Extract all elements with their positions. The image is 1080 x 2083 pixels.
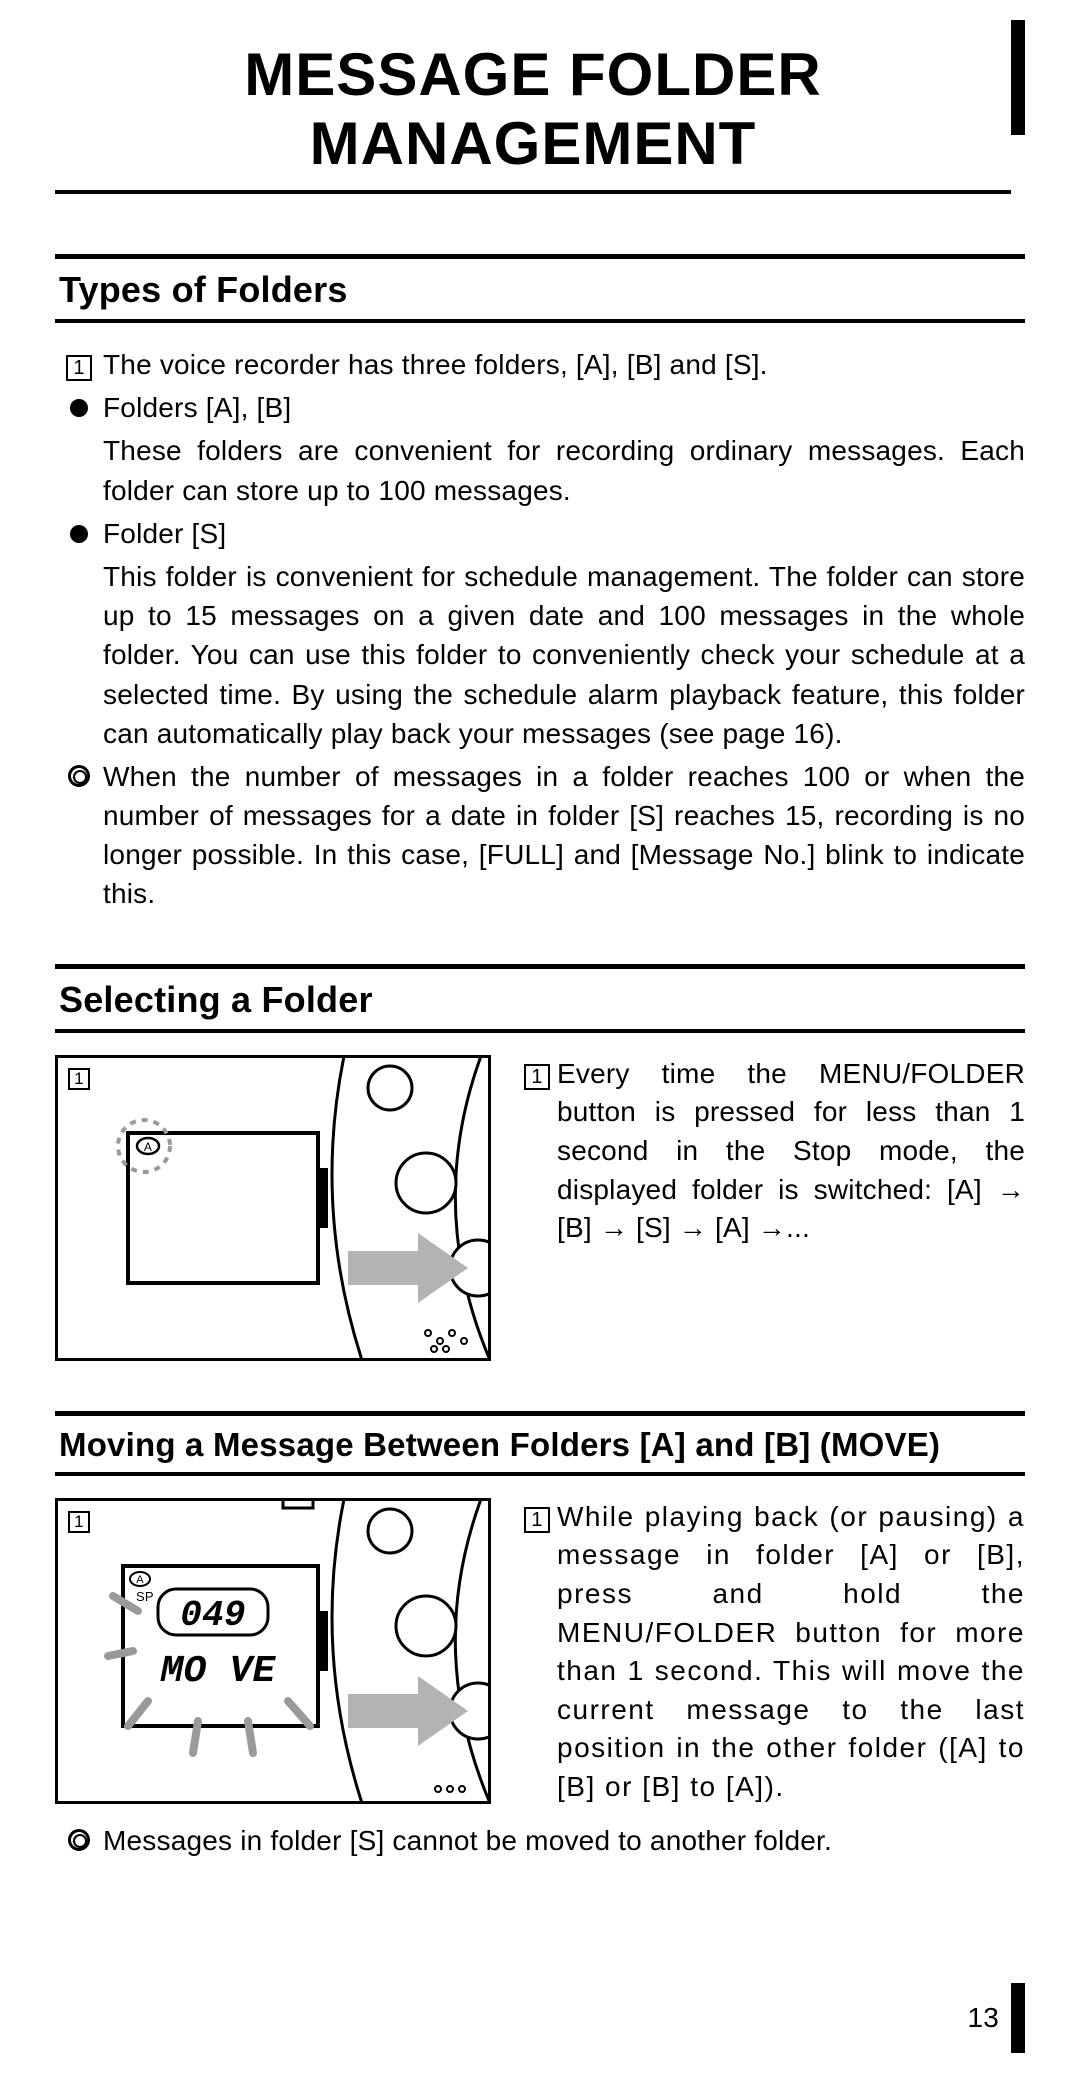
section-moving-message: Moving a Message Between Folders [A] and… — [55, 1411, 1025, 1861]
bullet-title: Folder [S] — [103, 514, 1025, 553]
page-title: MESSAGE FOLDER MANAGEMENT — [55, 40, 1011, 194]
svg-text:049: 049 — [180, 1595, 245, 1636]
section-columns: 1 A — [55, 1055, 1025, 1361]
step-number-box: 1 — [524, 1507, 550, 1533]
device-diagram-icon: A SP 049 MO VE — [58, 1501, 488, 1801]
section-columns: 1 A — [55, 1498, 1025, 1811]
manual-page: MESSAGE FOLDER MANAGEMENT Types of Folde… — [0, 0, 1080, 2083]
title-block: MESSAGE FOLDER MANAGEMENT — [55, 40, 1025, 194]
step-marker: 1 — [55, 345, 103, 384]
section-heading: Types of Folders — [55, 254, 1025, 323]
title-side-bar — [1011, 20, 1025, 135]
bullet-title: Folders [A], [B] — [103, 388, 1025, 427]
illustration-move-message: 1 A — [55, 1498, 491, 1804]
bullet-row: Folders [A], [B] — [55, 388, 1025, 427]
page-side-bar — [1011, 1983, 1025, 2053]
bullet-dot-icon — [70, 525, 88, 543]
step-marker: 1 — [517, 1498, 557, 1807]
note-row: Messages in folder [S] cannot be moved t… — [55, 1821, 1025, 1861]
svg-text:A: A — [144, 1140, 152, 1154]
note-text: Messages in folder [S] cannot be moved t… — [103, 1821, 1025, 1861]
step-text: Every time the MENU/FOLDER button is pre… — [557, 1055, 1025, 1248]
svg-text:SP: SP — [136, 1589, 154, 1604]
bullet-body: This folder is convenient for schedule m… — [103, 557, 1025, 753]
press-hold-arrow-icon — [348, 1676, 478, 1746]
note-marker — [55, 757, 103, 914]
step-row: 1 While playing back (or pausing) a mess… — [517, 1498, 1025, 1807]
step-paragraph: 1 While playing back (or pausing) a mess… — [517, 1498, 1025, 1811]
step-text: The voice recorder has three folders, [A… — [103, 345, 1025, 384]
step-number-box: 1 — [524, 1064, 550, 1090]
bullet-body: These folders are convenient for recordi… — [103, 431, 1025, 509]
page-number-block: 13 — [967, 1983, 1025, 2053]
section-footer-note: Messages in folder [S] cannot be moved t… — [55, 1821, 1025, 1861]
note-circle-icon — [68, 1829, 90, 1851]
step-marker: 1 — [517, 1055, 557, 1248]
note-marker — [55, 1821, 103, 1861]
bullet-marker — [55, 388, 103, 427]
step-paragraph: 1 Every time the MENU/FOLDER button is p… — [517, 1055, 1025, 1252]
section-heading: Moving a Message Between Folders [A] and… — [55, 1411, 1025, 1476]
step-row: 1 The voice recorder has three folders, … — [55, 345, 1025, 384]
press-arrow-icon — [348, 1233, 478, 1303]
section-heading: Selecting a Folder — [55, 964, 1025, 1033]
section-body: 1 The voice recorder has three folders, … — [55, 345, 1025, 914]
bullet-marker — [55, 514, 103, 553]
section-types-of-folders: Types of Folders 1 The voice recorder ha… — [55, 254, 1025, 914]
illustration-select-folder: 1 A — [55, 1055, 491, 1361]
page-number: 13 — [967, 2002, 999, 2034]
note-circle-icon — [68, 765, 90, 787]
step-text: While playing back (or pausing) a messag… — [557, 1498, 1025, 1807]
bullet-dot-icon — [70, 399, 88, 417]
note-text: When the number of messages in a folder … — [103, 757, 1025, 914]
svg-text:MO VE: MO VE — [159, 1650, 276, 1693]
note-row: When the number of messages in a folder … — [55, 757, 1025, 914]
bullet-row: Folder [S] — [55, 514, 1025, 553]
step-number-box: 1 — [66, 355, 92, 381]
step-row: 1 Every time the MENU/FOLDER button is p… — [517, 1055, 1025, 1248]
device-diagram-icon: A — [58, 1058, 488, 1358]
section-selecting-folder: Selecting a Folder 1 A — [55, 964, 1025, 1361]
svg-text:A: A — [136, 1574, 144, 1586]
